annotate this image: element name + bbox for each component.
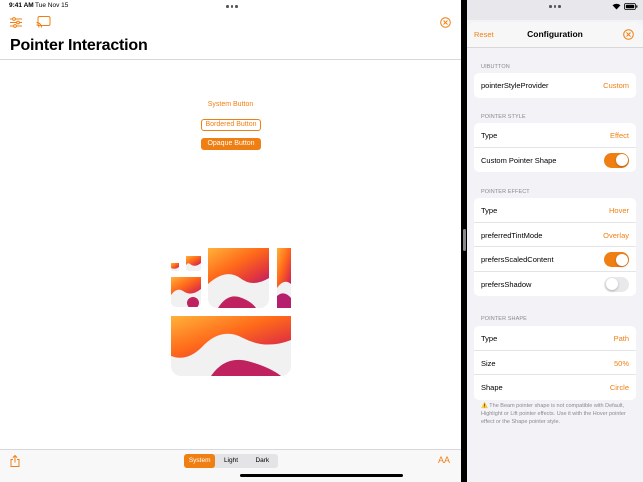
row-preferred-tint-mode[interactable]: preferredTintMode Overlay <box>474 223 636 247</box>
row-label: prefersScaledContent <box>481 255 554 264</box>
section-header-pointer-effect: POINTER EFFECT <box>481 189 530 195</box>
artwork-tile-tall[interactable] <box>277 248 291 308</box>
row-label: prefersShadow <box>481 279 532 289</box>
prefers-scaled-content-toggle[interactable] <box>604 252 629 267</box>
panel-multitasking-dots-icon[interactable] <box>549 5 561 8</box>
row-label: Custom Pointer Shape <box>481 155 557 165</box>
artwork-tile-medium[interactable] <box>171 277 201 307</box>
section-header-uibutton: UIBUTTON <box>481 64 510 70</box>
status-bar: 9:41 AM Tue Nov 15 <box>0 0 461 12</box>
appearance-segmented-control: System Light Dark <box>184 454 278 468</box>
group-pointer-style: Type Effect Custom Pointer Shape <box>474 123 636 172</box>
page-title: Pointer Interaction <box>10 37 148 54</box>
row-value: 50% <box>613 358 629 368</box>
row-label: Type <box>481 334 498 343</box>
panel-status-area <box>467 0 643 20</box>
main-app-pane: 9:41 AM Tue Nov 15 Pointer Interaction S… <box>0 0 461 482</box>
toolbar-divider <box>0 449 461 450</box>
row-pointer-style-provider[interactable]: pointerStyleProvider Custom <box>474 73 636 98</box>
share-icon[interactable] <box>10 455 20 467</box>
row-value: Circle <box>609 383 629 392</box>
row-shape-size[interactable]: Size 50% <box>474 351 636 375</box>
section-header-pointer-style: POINTER STYLE <box>481 114 526 120</box>
split-view-divider-handle[interactable] <box>463 229 466 251</box>
battery-icon <box>624 3 638 10</box>
row-value: Custom <box>603 81 629 90</box>
prefers-shadow-toggle[interactable] <box>604 276 629 292</box>
text-size-icon[interactable]: AA <box>438 455 450 465</box>
row-label: pointerStyleProvider <box>481 81 549 90</box>
segment-light[interactable]: Light <box>215 454 246 468</box>
artwork-tile-tiny[interactable] <box>171 263 179 271</box>
row-label: Type <box>481 206 498 215</box>
row-shape[interactable]: Shape Circle <box>474 375 636 400</box>
row-label: Shape <box>481 383 503 392</box>
section-header-pointer-shape: POINTER SHAPE <box>481 316 527 322</box>
multitasking-dots-icon[interactable] <box>226 5 238 8</box>
row-style-type[interactable]: Type Effect <box>474 123 636 148</box>
opaque-button[interactable]: Opaque Button <box>201 138 261 150</box>
home-indicator <box>240 474 403 477</box>
group-pointer-shape: Type Path Size 50% Shape Circle <box>474 326 636 400</box>
close-circle-icon[interactable] <box>440 17 451 28</box>
artwork-tile-wide[interactable] <box>171 316 291 376</box>
row-value: Hover <box>608 206 629 215</box>
row-value: Overlay <box>603 230 629 240</box>
group-pointer-effect: Type Hover preferredTintMode Overlay pre… <box>474 198 636 296</box>
panel-title: Configuration <box>527 29 583 39</box>
artwork-tile-small[interactable] <box>186 256 201 271</box>
group-uibutton: pointerStyleProvider Custom <box>474 73 636 98</box>
row-effect-type[interactable]: Type Hover <box>474 198 636 223</box>
row-label: Type <box>481 131 498 140</box>
sliders-icon[interactable] <box>10 17 22 28</box>
panel-close-icon[interactable] <box>623 29 634 40</box>
row-shape-type[interactable]: Type Path <box>474 326 636 351</box>
row-label: Size <box>481 358 496 368</box>
header-divider <box>0 59 461 60</box>
cast-screen-icon[interactable] <box>36 16 51 28</box>
row-value: Path <box>613 334 629 343</box>
segment-system[interactable]: System <box>184 454 216 468</box>
row-prefers-shadow: prefersShadow <box>474 272 636 297</box>
bordered-button[interactable]: Bordered Button <box>201 119 261 131</box>
row-prefers-scaled-content: prefersScaledContent <box>474 247 636 272</box>
status-time: 9:41 AM <box>9 2 34 9</box>
configuration-panel: Reset Configuration UIBUTTON pointerStyl… <box>467 0 643 482</box>
custom-pointer-shape-toggle[interactable] <box>604 152 629 168</box>
row-label: preferredTintMode <box>481 230 543 240</box>
beam-compatibility-footnote: ⚠️ The Beam pointer shape is not compati… <box>481 403 626 425</box>
system-button[interactable]: System Button <box>0 101 461 108</box>
segment-dark[interactable]: Dark <box>247 454 278 468</box>
row-custom-pointer-shape: Custom Pointer Shape <box>474 148 636 173</box>
wifi-icon <box>612 3 621 10</box>
artwork-tile-large[interactable] <box>208 248 269 308</box>
row-value: Effect <box>609 131 629 140</box>
status-date: Tue Nov 15 <box>35 2 69 9</box>
